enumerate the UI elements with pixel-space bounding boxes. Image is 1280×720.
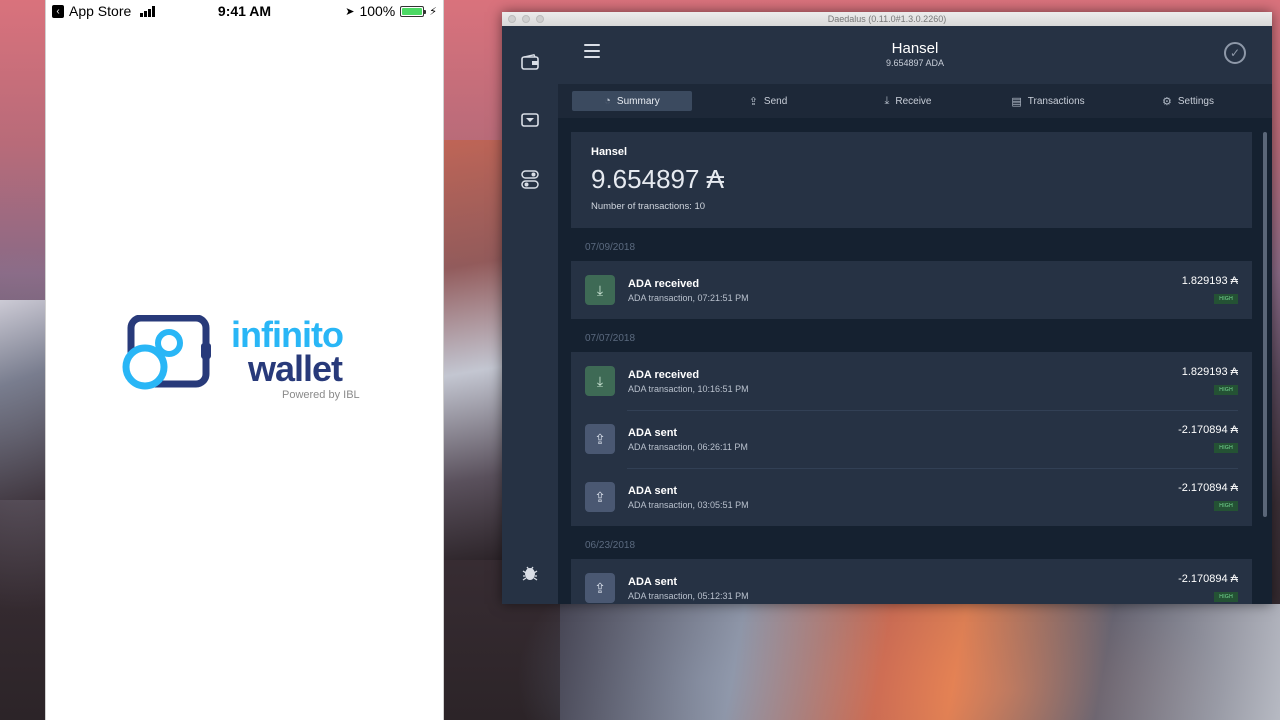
summary-wallet-name: Hansel [591, 146, 628, 158]
wallpaper-mountain-bottom [560, 604, 1280, 720]
wallet-summary-card: Hansel 9.654897 ₳ Number of transactions… [571, 132, 1252, 228]
wallet-logo-icon [122, 315, 211, 390]
tx-subtitle: ADA transaction, 06:26:11 PM [628, 441, 748, 452]
tx-assurance-badge: HIGH [1214, 501, 1238, 511]
transaction-group: ⤓ ADA received ADA transaction, 10:16:51… [571, 352, 1252, 526]
sent-icon: ⇪ [585, 573, 615, 603]
window-title: Daedalus (0.11.0#1.3.0.2260) [827, 14, 947, 24]
summary-amount: 9.654897 ₳ [591, 164, 725, 194]
window-titlebar[interactable]: Daedalus (0.11.0#1.3.0.2260) [502, 12, 1272, 26]
summary-icon: ◔ [604, 95, 611, 107]
infinito-wallet-logo: infinito wallet Powered by IBL [121, 315, 381, 405]
settings-toggle-icon[interactable] [520, 170, 540, 190]
phone-simulator: ‹ App Store 9:41 AM ➤ 100% ⚡ infinito wa… [45, 0, 444, 720]
wallet-balance: 9.654897 ADA [885, 58, 945, 68]
tx-title: ADA received [628, 277, 700, 290]
tx-amount: -2.170894 ₳ [1178, 573, 1238, 585]
transaction-row[interactable]: ⇪ ADA sent ADA transaction, 03:05:51 PM … [571, 468, 1252, 526]
tab-settings[interactable]: ⚙ Settings [1118, 91, 1258, 111]
bug-report-icon[interactable] [520, 564, 540, 584]
tab-transactions[interactable]: ▤ Transactions [978, 91, 1118, 111]
tx-subtitle: ADA transaction, 03:05:51 PM [628, 499, 749, 510]
window-close-button[interactable] [508, 15, 516, 23]
tab-summary-label: Summary [616, 95, 660, 107]
ada-redemption-icon[interactable] [520, 112, 540, 132]
tab-receive[interactable]: ⤓ Receive [838, 91, 978, 111]
settings-icon: ⚙ [1161, 95, 1172, 108]
daedalus-window: Daedalus (0.11.0#1.3.0.2260) Hansel 9.65… [502, 12, 1272, 604]
date-label: 07/09/2018 [585, 242, 636, 253]
tx-subtitle: ADA transaction, 05:12:31 PM [628, 590, 749, 601]
send-icon: ⇪ [748, 95, 758, 108]
logo-text-powered: Powered by IBL [282, 389, 360, 401]
tx-title: ADA sent [628, 484, 678, 497]
tab-transactions-label: Transactions [1027, 95, 1085, 107]
sent-icon: ⇪ [585, 482, 615, 512]
status-carrier[interactable]: App Store [69, 3, 131, 19]
tab-summary[interactable]: ◔ Summary [572, 91, 692, 111]
transaction-row[interactable]: ⇪ ADA sent ADA transaction, 06:26:11 PM … [571, 410, 1252, 468]
wallets-icon[interactable] [520, 53, 540, 74]
logo-text-wallet: wallet [248, 348, 343, 389]
tx-assurance-badge: HIGH [1214, 443, 1238, 453]
receive-icon: ⤓ [884, 94, 890, 107]
tx-subtitle: ADA transaction, 07:21:51 PM [628, 292, 749, 303]
tab-send[interactable]: ⇪ Send [698, 91, 838, 111]
tx-amount: -2.170894 ₳ [1178, 482, 1238, 494]
tx-assurance-badge: HIGH [1214, 592, 1238, 602]
tx-title: ADA sent [628, 426, 678, 439]
tab-receive-label: Receive [895, 95, 932, 107]
back-to-app-icon[interactable]: ‹ [52, 4, 64, 18]
charging-bolt-icon: ⚡ [429, 5, 437, 18]
tx-amount: 1.829193 ₳ [1181, 275, 1238, 287]
wallpaper-mountain-middle [444, 140, 502, 560]
received-icon: ⤓ [585, 366, 615, 396]
transaction-row[interactable]: ⇪ ADA sent ADA transaction, 05:12:31 PM … [571, 559, 1252, 604]
status-bar: ‹ App Store 9:41 AM ➤ 100% ⚡ [46, 0, 443, 22]
wallpaper-mountain-left [0, 300, 45, 500]
wallet-tabs: ◔ Summary ⇪ Send ⤓ Receive ▤ Transaction… [558, 84, 1272, 118]
tx-subtitle: ADA transaction, 10:16:51 PM [628, 383, 749, 394]
tx-assurance-badge: HIGH [1214, 294, 1238, 304]
date-label: 06/23/2018 [585, 540, 636, 551]
wallet-name: Hansel [891, 40, 939, 57]
sent-icon: ⇪ [585, 424, 615, 454]
transactions-icon: ▤ [1011, 95, 1022, 108]
received-icon: ⤓ [585, 275, 615, 305]
tx-title: ADA sent [628, 575, 678, 588]
location-arrow-icon: ➤ [345, 5, 355, 18]
summary-content[interactable]: Hansel 9.654897 ₳ Number of transactions… [558, 118, 1272, 604]
wallet-topbar: Hansel 9.654897 ADA ✓ [558, 26, 1272, 84]
tx-amount: 1.829193 ₳ [1181, 366, 1238, 378]
window-minimize-button[interactable] [522, 15, 530, 23]
sidebar [502, 26, 558, 604]
transaction-row[interactable]: ⤓ ADA received ADA transaction, 10:16:51… [571, 352, 1252, 410]
battery-icon [400, 5, 427, 17]
transaction-row[interactable]: ⤓ ADA received ADA transaction, 07:21:51… [571, 261, 1252, 319]
tx-amount: -2.170894 ₳ [1178, 424, 1238, 436]
content-scrollbar[interactable] [1263, 132, 1267, 517]
tx-assurance-badge: HIGH [1214, 385, 1238, 395]
tx-title: ADA received [628, 368, 700, 381]
transaction-group: ⤓ ADA received ADA transaction, 07:21:51… [571, 261, 1252, 319]
signal-icon [140, 5, 156, 17]
sync-status-icon[interactable]: ✓ [1224, 42, 1246, 64]
battery-fill [402, 7, 423, 15]
tab-send-label: Send [763, 95, 788, 107]
window-zoom-button[interactable] [536, 15, 544, 23]
battery-percent: 100% [359, 3, 396, 19]
summary-tx-count: Number of transactions: 10 [591, 201, 706, 212]
tab-settings-label: Settings [1177, 95, 1214, 107]
date-label: 07/07/2018 [585, 333, 636, 344]
transaction-group: ⇪ ADA sent ADA transaction, 05:12:31 PM … [571, 559, 1252, 604]
